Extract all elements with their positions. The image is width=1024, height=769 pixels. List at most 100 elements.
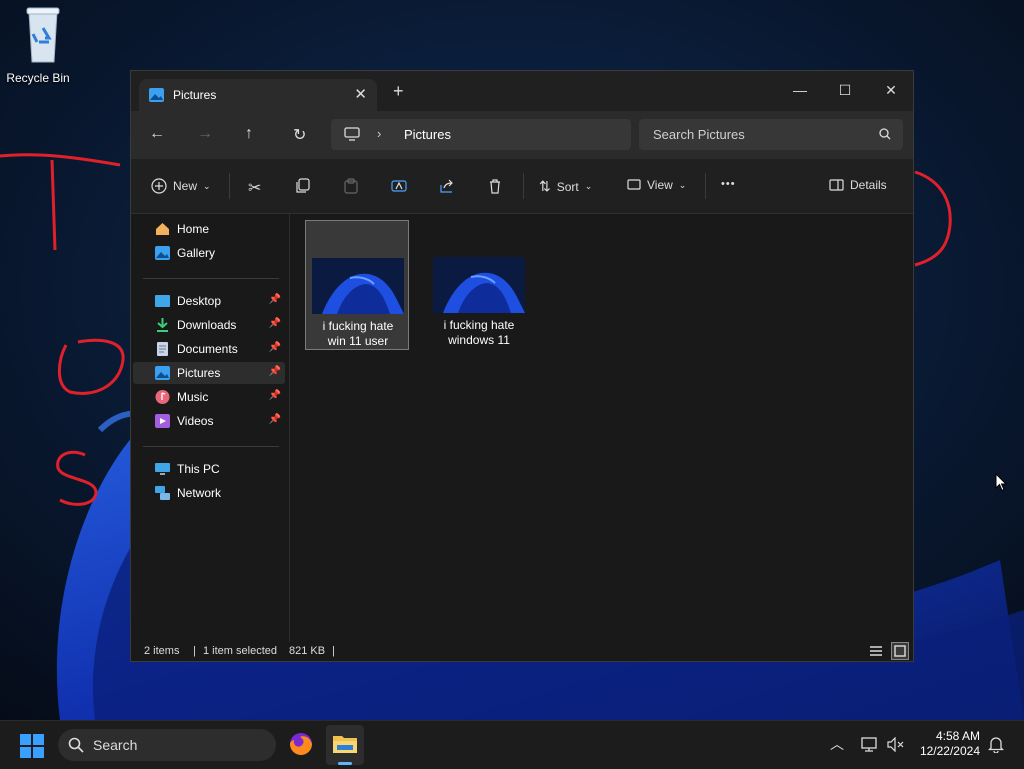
sort-icon: ⇅ — [539, 178, 551, 194]
address-bar[interactable]: › Pictures — [331, 119, 631, 150]
mouse-cursor-icon — [995, 473, 1007, 492]
recycle-bin-desktop-icon[interactable]: Recycle Bin — [4, 6, 72, 85]
search-icon — [68, 737, 84, 753]
sort-label: Sort — [556, 179, 579, 194]
forward-arrow-icon[interactable]: → — [197, 125, 213, 143]
active-indicator — [338, 762, 352, 765]
view-button[interactable]: View ⌄ — [627, 178, 686, 192]
large-icons-view-icon[interactable] — [891, 642, 909, 660]
delete-icon[interactable] — [487, 178, 503, 194]
plus-circle-icon — [151, 178, 167, 194]
notification-bell-icon[interactable] — [988, 736, 1004, 753]
pictures-icon — [155, 366, 170, 380]
details-pane-icon — [829, 179, 844, 191]
item-count: 2 items — [144, 645, 180, 657]
status-separator: | — [193, 645, 196, 657]
file-name-line: i fucking hate — [443, 318, 515, 332]
pin-icon[interactable]: 📌 — [269, 366, 281, 377]
start-button[interactable] — [20, 734, 44, 758]
gallery-icon — [155, 246, 170, 260]
file-explorer-taskbar-button[interactable] — [326, 725, 364, 765]
network-icon — [155, 486, 170, 500]
navigation-pane: Home Gallery Desktop 📌 Downloads 📌 Docum… — [131, 214, 290, 642]
search-placeholder: Search Pictures — [653, 127, 745, 142]
minimize-button[interactable]: — — [783, 77, 817, 103]
sidebar-item-home[interactable]: Home — [133, 218, 285, 240]
sidebar-item-downloads[interactable]: Downloads 📌 — [133, 314, 285, 336]
music-icon — [155, 390, 170, 404]
details-button[interactable]: Details — [829, 178, 887, 192]
sidebar-item-gallery[interactable]: Gallery — [133, 242, 285, 264]
share-icon[interactable] — [439, 178, 455, 194]
pictures-icon — [149, 88, 164, 102]
details-view-icon[interactable] — [867, 642, 885, 660]
close-window-button[interactable]: ✕ — [874, 77, 908, 103]
new-button[interactable]: New ⌄ — [151, 178, 211, 194]
details-label: Details — [850, 178, 887, 192]
folder-icon — [333, 736, 357, 753]
search-icon — [879, 128, 891, 140]
home-icon — [156, 223, 169, 235]
copy-icon[interactable] — [295, 178, 311, 194]
taskbar: Search ︿ 4:58 AM 12/22/2024 — [0, 720, 1024, 769]
tab-title: Pictures — [173, 88, 217, 102]
documents-icon — [157, 342, 168, 356]
pin-icon[interactable]: 📌 — [269, 294, 281, 305]
sidebar-item-videos[interactable]: Videos 📌 — [133, 410, 285, 432]
back-arrow-icon[interactable]: ← — [149, 125, 165, 143]
paste-icon[interactable] — [343, 178, 359, 194]
sidebar-item-this-pc[interactable]: This PC — [133, 458, 285, 480]
firefox-icon[interactable] — [288, 731, 314, 757]
pin-icon[interactable]: 📌 — [269, 342, 281, 353]
file-name: i fucking hate windows 11 — [427, 318, 531, 348]
system-clock[interactable]: 4:58 AM 12/22/2024 — [920, 729, 980, 759]
file-item[interactable]: i fucking hate win 11 user — [305, 220, 409, 350]
maximize-button[interactable]: ☐ — [828, 77, 862, 103]
network-status-icon[interactable] — [861, 737, 877, 752]
taskbar-search-box[interactable]: Search — [58, 729, 276, 761]
image-thumbnail — [433, 257, 525, 313]
pin-icon[interactable]: 📌 — [269, 390, 281, 401]
videos-icon — [155, 414, 170, 428]
new-label: New — [173, 179, 198, 193]
file-name-line: i fucking hate — [322, 319, 394, 333]
sidebar-item-network[interactable]: Network — [133, 482, 285, 504]
divider — [143, 278, 279, 279]
selection-size: 821 KB — [289, 645, 326, 657]
cut-icon[interactable]: ✂ — [248, 178, 261, 198]
chevron-down-icon: ⌄ — [584, 181, 593, 191]
more-options-button[interactable]: ••• — [721, 178, 736, 190]
file-name-line: win 11 user — [327, 334, 389, 348]
breadcrumb-pictures[interactable]: Pictures — [404, 127, 451, 142]
file-item[interactable]: i fucking hate windows 11 — [427, 220, 531, 350]
view-label: View — [647, 178, 673, 192]
sidebar-item-documents[interactable]: Documents 📌 — [133, 338, 285, 360]
clock-date: 12/22/2024 — [919, 744, 980, 758]
divider — [229, 173, 230, 199]
search-input[interactable]: Search Pictures — [639, 119, 903, 150]
tab-pictures[interactable]: Pictures ✕ — [139, 79, 377, 111]
sidebar-item-music[interactable]: Music 📌 — [133, 386, 285, 408]
rename-icon[interactable] — [391, 178, 407, 194]
sidebar-item-desktop[interactable]: Desktop 📌 — [133, 290, 285, 312]
chevron-down-icon: ⌄ — [203, 180, 211, 191]
recycle-bin-label: Recycle Bin — [6, 71, 70, 85]
sidebar-item-pictures[interactable]: Pictures 📌 — [133, 362, 285, 384]
monitor-icon — [344, 127, 360, 141]
chevron-right-icon: › — [377, 126, 382, 141]
close-tab-icon[interactable]: ✕ — [354, 85, 367, 103]
pin-icon[interactable]: 📌 — [269, 414, 281, 425]
file-list: i fucking hate win 11 user i fucking hat… — [291, 214, 913, 642]
sort-button[interactable]: ⇅ Sort ⌄ — [539, 178, 592, 195]
command-bar: New ⌄ ✂ ⇅ Sort ⌄ View ⌄ ••• Details — [131, 159, 913, 214]
volume-muted-icon[interactable] — [887, 737, 905, 752]
chevron-up-icon[interactable]: ︿ — [830, 734, 844, 754]
up-arrow-icon[interactable]: ↑ — [245, 125, 253, 143]
pin-icon[interactable]: 📌 — [269, 318, 281, 329]
title-bar: Pictures ✕ + — ☐ ✕ — [131, 71, 913, 111]
this-pc-icon — [155, 463, 170, 475]
divider — [705, 173, 706, 199]
navigation-bar: ← → ↑ ↻ › Pictures Search Pictures — [131, 111, 913, 159]
refresh-icon[interactable]: ↻ — [293, 125, 306, 145]
new-tab-button[interactable]: + — [393, 82, 404, 100]
